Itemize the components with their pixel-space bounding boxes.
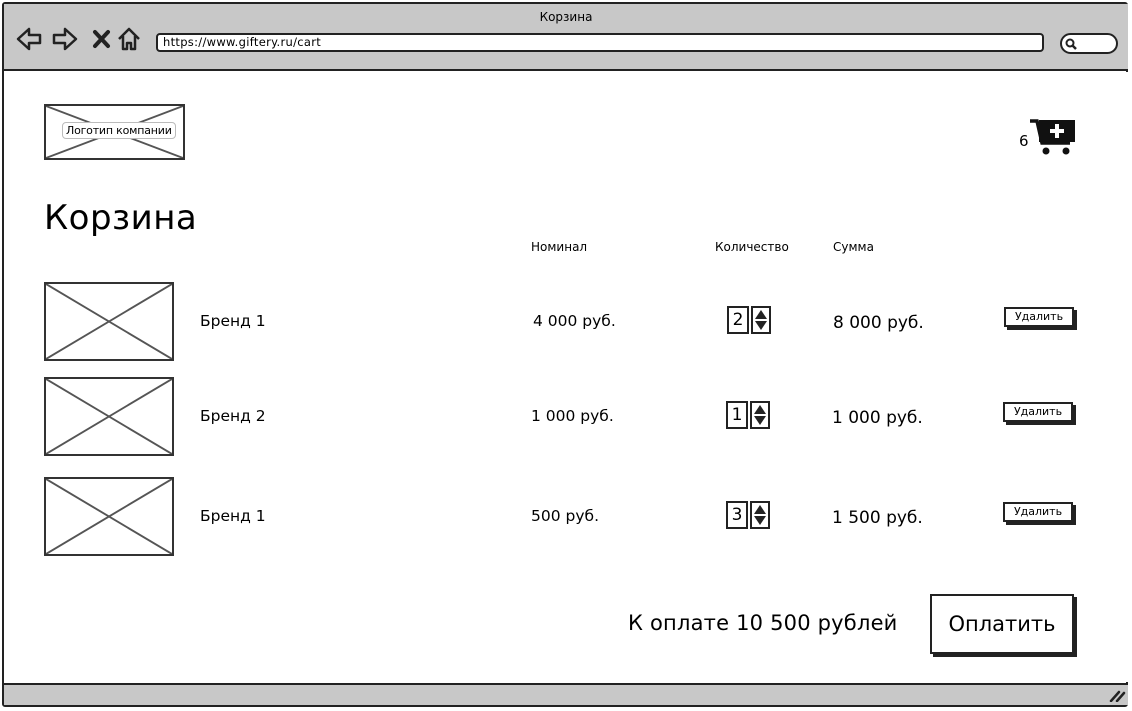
quantity-stepper[interactable]: 1 <box>726 401 772 429</box>
page-title: Корзина <box>44 198 198 238</box>
stepper-arrows[interactable] <box>751 306 771 334</box>
delete-button[interactable]: Удалить <box>1004 307 1074 327</box>
resize-grip-icon[interactable] <box>1108 688 1126 702</box>
item-sum: 1 500 руб. <box>832 508 923 528</box>
window-title: Корзина <box>539 10 593 24</box>
status-bar <box>4 683 1128 705</box>
up-down-arrows-icon[interactable] <box>753 504 767 526</box>
column-header-sum: Сумма <box>833 240 874 254</box>
product-image[interactable] <box>44 282 174 361</box>
quantity-value[interactable]: 2 <box>727 306 749 334</box>
stepper-arrows[interactable] <box>750 501 770 529</box>
item-sum: 1 000 руб. <box>832 408 923 428</box>
company-logo[interactable]: Логотип компании <box>44 104 185 160</box>
item-brand: Бренд 1 <box>200 507 266 525</box>
pay-button[interactable]: Оплатить <box>930 594 1074 654</box>
product-image[interactable] <box>44 477 174 556</box>
back-arrow-icon[interactable] <box>16 24 42 54</box>
logo-label: Логотип компании <box>62 122 176 139</box>
delete-button[interactable]: Удалить <box>1003 502 1073 522</box>
item-nominal: 4 000 руб. <box>533 312 616 330</box>
column-header-quantity: Количество <box>715 240 789 254</box>
delete-button[interactable]: Удалить <box>1003 402 1073 422</box>
item-brand: Бренд 1 <box>200 312 266 330</box>
item-brand: Бренд 2 <box>200 407 266 425</box>
column-header-nominal: Номинал <box>531 240 588 254</box>
home-icon[interactable] <box>116 24 142 54</box>
search-icon <box>1065 38 1077 50</box>
item-sum: 8 000 руб. <box>833 313 924 333</box>
close-icon[interactable] <box>90 24 116 54</box>
up-down-arrows-icon[interactable] <box>753 404 767 426</box>
quantity-stepper[interactable]: 3 <box>726 501 772 529</box>
up-down-arrows-icon[interactable] <box>754 309 768 331</box>
stepper-arrows[interactable] <box>750 401 770 429</box>
item-nominal: 500 руб. <box>531 507 600 525</box>
forward-arrow-icon[interactable] <box>52 24 78 54</box>
add-to-cart-icon[interactable] <box>1030 117 1076 157</box>
address-bar[interactable]: https://www.giftery.ru/cart <box>156 33 1044 52</box>
cart-count: 6 <box>1019 132 1029 150</box>
quantity-value[interactable]: 3 <box>726 501 748 529</box>
quantity-value[interactable]: 1 <box>726 401 748 429</box>
browser-toolbar: Корзина https://www.giftery.ru/cart <box>4 4 1128 71</box>
search-box[interactable] <box>1060 33 1118 54</box>
total-amount: К оплате 10 500 рублей <box>628 611 898 635</box>
product-image[interactable] <box>44 377 174 456</box>
item-nominal: 1 000 руб. <box>531 407 614 425</box>
quantity-stepper[interactable]: 2 <box>727 306 773 334</box>
